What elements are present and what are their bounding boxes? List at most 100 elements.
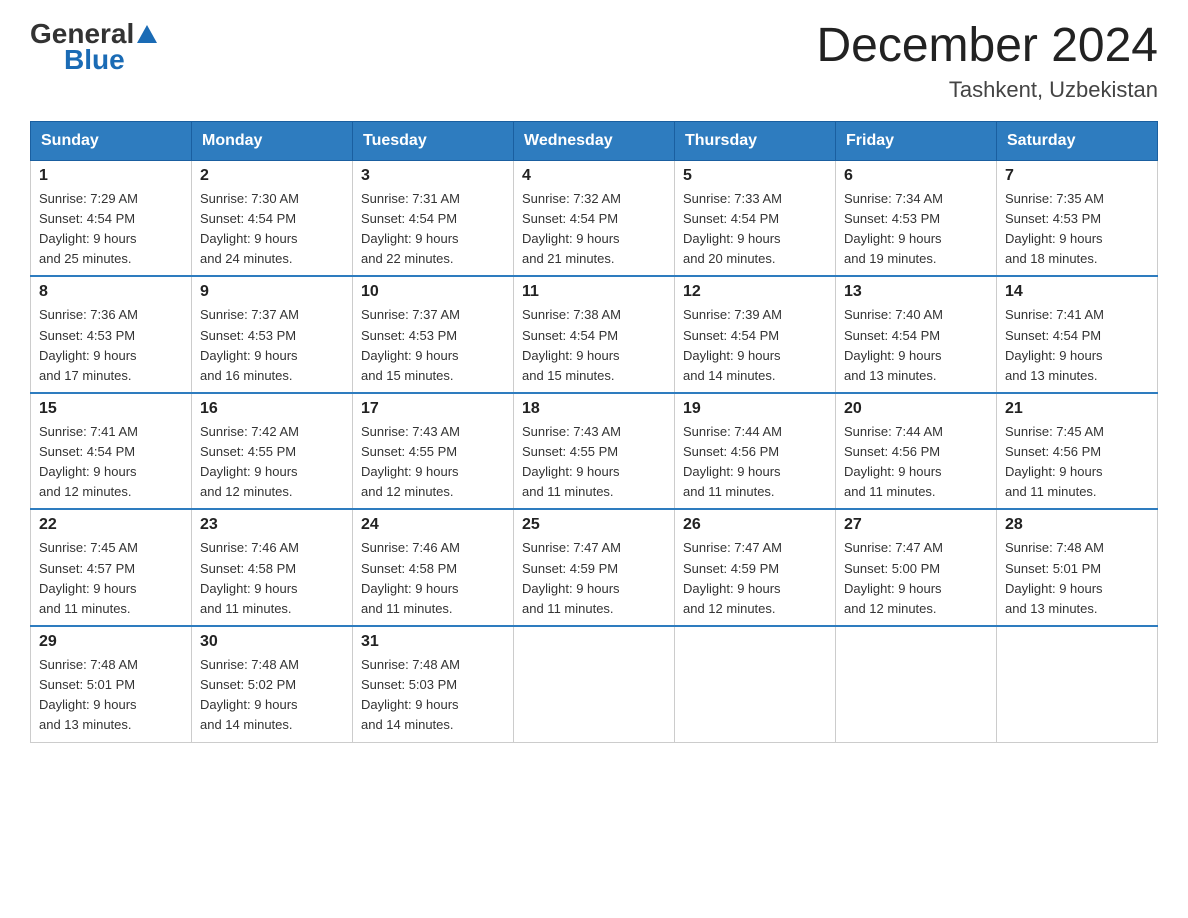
table-row: 26 Sunrise: 7:47 AMSunset: 4:59 PMDaylig… xyxy=(675,509,836,626)
table-row: 8 Sunrise: 7:36 AMSunset: 4:53 PMDayligh… xyxy=(31,276,192,393)
day-info: Sunrise: 7:40 AMSunset: 4:54 PMDaylight:… xyxy=(844,307,943,382)
day-info: Sunrise: 7:45 AMSunset: 4:56 PMDaylight:… xyxy=(1005,424,1104,499)
day-info: Sunrise: 7:33 AMSunset: 4:54 PMDaylight:… xyxy=(683,191,782,266)
col-wednesday: Wednesday xyxy=(514,121,675,160)
day-number: 19 xyxy=(683,400,827,418)
table-row: 23 Sunrise: 7:46 AMSunset: 4:58 PMDaylig… xyxy=(192,509,353,626)
col-friday: Friday xyxy=(836,121,997,160)
day-info: Sunrise: 7:29 AMSunset: 4:54 PMDaylight:… xyxy=(39,191,138,266)
day-info: Sunrise: 7:47 AMSunset: 4:59 PMDaylight:… xyxy=(522,540,621,615)
day-info: Sunrise: 7:32 AMSunset: 4:54 PMDaylight:… xyxy=(522,191,621,266)
day-number: 26 xyxy=(683,516,827,534)
col-thursday: Thursday xyxy=(675,121,836,160)
day-info: Sunrise: 7:46 AMSunset: 4:58 PMDaylight:… xyxy=(361,540,460,615)
calendar-week-row: 29 Sunrise: 7:48 AMSunset: 5:01 PMDaylig… xyxy=(31,626,1158,742)
day-number: 7 xyxy=(1005,167,1149,185)
day-number: 27 xyxy=(844,516,988,534)
day-number: 10 xyxy=(361,283,505,301)
calendar-week-row: 1 Sunrise: 7:29 AMSunset: 4:54 PMDayligh… xyxy=(31,160,1158,276)
day-number: 23 xyxy=(200,516,344,534)
table-row: 22 Sunrise: 7:45 AMSunset: 4:57 PMDaylig… xyxy=(31,509,192,626)
col-tuesday: Tuesday xyxy=(353,121,514,160)
table-row: 1 Sunrise: 7:29 AMSunset: 4:54 PMDayligh… xyxy=(31,160,192,276)
table-row: 13 Sunrise: 7:40 AMSunset: 4:54 PMDaylig… xyxy=(836,276,997,393)
day-info: Sunrise: 7:30 AMSunset: 4:54 PMDaylight:… xyxy=(200,191,299,266)
title-area: December 2024 Tashkent, Uzbekistan xyxy=(816,20,1158,103)
day-number: 31 xyxy=(361,633,505,651)
day-number: 14 xyxy=(1005,283,1149,301)
day-number: 20 xyxy=(844,400,988,418)
day-number: 3 xyxy=(361,167,505,185)
table-row: 2 Sunrise: 7:30 AMSunset: 4:54 PMDayligh… xyxy=(192,160,353,276)
table-row: 4 Sunrise: 7:32 AMSunset: 4:54 PMDayligh… xyxy=(514,160,675,276)
page-header: General Blue December 2024 Tashkent, Uzb… xyxy=(30,20,1158,103)
day-number: 29 xyxy=(39,633,183,651)
table-row: 10 Sunrise: 7:37 AMSunset: 4:53 PMDaylig… xyxy=(353,276,514,393)
day-number: 2 xyxy=(200,167,344,185)
day-number: 16 xyxy=(200,400,344,418)
table-row: 3 Sunrise: 7:31 AMSunset: 4:54 PMDayligh… xyxy=(353,160,514,276)
table-row: 15 Sunrise: 7:41 AMSunset: 4:54 PMDaylig… xyxy=(31,393,192,510)
calendar-week-row: 22 Sunrise: 7:45 AMSunset: 4:57 PMDaylig… xyxy=(31,509,1158,626)
day-info: Sunrise: 7:48 AMSunset: 5:01 PMDaylight:… xyxy=(39,657,138,732)
table-row: 11 Sunrise: 7:38 AMSunset: 4:54 PMDaylig… xyxy=(514,276,675,393)
day-number: 28 xyxy=(1005,516,1149,534)
calendar-week-row: 15 Sunrise: 7:41 AMSunset: 4:54 PMDaylig… xyxy=(31,393,1158,510)
col-sunday: Sunday xyxy=(31,121,192,160)
table-row: 24 Sunrise: 7:46 AMSunset: 4:58 PMDaylig… xyxy=(353,509,514,626)
month-year-title: December 2024 xyxy=(816,20,1158,73)
day-info: Sunrise: 7:41 AMSunset: 4:54 PMDaylight:… xyxy=(39,424,138,499)
logo-triangle-icon xyxy=(136,23,158,45)
table-row xyxy=(675,626,836,742)
day-number: 4 xyxy=(522,167,666,185)
day-info: Sunrise: 7:42 AMSunset: 4:55 PMDaylight:… xyxy=(200,424,299,499)
day-info: Sunrise: 7:47 AMSunset: 4:59 PMDaylight:… xyxy=(683,540,782,615)
logo: General Blue xyxy=(30,20,158,76)
day-info: Sunrise: 7:36 AMSunset: 4:53 PMDaylight:… xyxy=(39,307,138,382)
table-row: 27 Sunrise: 7:47 AMSunset: 5:00 PMDaylig… xyxy=(836,509,997,626)
table-row: 20 Sunrise: 7:44 AMSunset: 4:56 PMDaylig… xyxy=(836,393,997,510)
day-info: Sunrise: 7:38 AMSunset: 4:54 PMDaylight:… xyxy=(522,307,621,382)
day-info: Sunrise: 7:34 AMSunset: 4:53 PMDaylight:… xyxy=(844,191,943,266)
table-row: 28 Sunrise: 7:48 AMSunset: 5:01 PMDaylig… xyxy=(997,509,1158,626)
day-info: Sunrise: 7:45 AMSunset: 4:57 PMDaylight:… xyxy=(39,540,138,615)
col-saturday: Saturday xyxy=(997,121,1158,160)
day-number: 21 xyxy=(1005,400,1149,418)
table-row: 21 Sunrise: 7:45 AMSunset: 4:56 PMDaylig… xyxy=(997,393,1158,510)
day-info: Sunrise: 7:46 AMSunset: 4:58 PMDaylight:… xyxy=(200,540,299,615)
table-row: 12 Sunrise: 7:39 AMSunset: 4:54 PMDaylig… xyxy=(675,276,836,393)
day-info: Sunrise: 7:43 AMSunset: 4:55 PMDaylight:… xyxy=(522,424,621,499)
day-number: 17 xyxy=(361,400,505,418)
table-row: 14 Sunrise: 7:41 AMSunset: 4:54 PMDaylig… xyxy=(997,276,1158,393)
table-row: 9 Sunrise: 7:37 AMSunset: 4:53 PMDayligh… xyxy=(192,276,353,393)
day-info: Sunrise: 7:48 AMSunset: 5:02 PMDaylight:… xyxy=(200,657,299,732)
day-info: Sunrise: 7:35 AMSunset: 4:53 PMDaylight:… xyxy=(1005,191,1104,266)
table-row: 31 Sunrise: 7:48 AMSunset: 5:03 PMDaylig… xyxy=(353,626,514,742)
logo-blue: Blue xyxy=(64,44,125,76)
day-info: Sunrise: 7:37 AMSunset: 4:53 PMDaylight:… xyxy=(200,307,299,382)
table-row: 6 Sunrise: 7:34 AMSunset: 4:53 PMDayligh… xyxy=(836,160,997,276)
day-info: Sunrise: 7:39 AMSunset: 4:54 PMDaylight:… xyxy=(683,307,782,382)
table-row xyxy=(836,626,997,742)
location-subtitle: Tashkent, Uzbekistan xyxy=(816,77,1158,103)
table-row: 29 Sunrise: 7:48 AMSunset: 5:01 PMDaylig… xyxy=(31,626,192,742)
table-row: 16 Sunrise: 7:42 AMSunset: 4:55 PMDaylig… xyxy=(192,393,353,510)
table-row: 17 Sunrise: 7:43 AMSunset: 4:55 PMDaylig… xyxy=(353,393,514,510)
day-number: 25 xyxy=(522,516,666,534)
day-info: Sunrise: 7:41 AMSunset: 4:54 PMDaylight:… xyxy=(1005,307,1104,382)
day-info: Sunrise: 7:44 AMSunset: 4:56 PMDaylight:… xyxy=(844,424,943,499)
table-row: 30 Sunrise: 7:48 AMSunset: 5:02 PMDaylig… xyxy=(192,626,353,742)
day-number: 12 xyxy=(683,283,827,301)
day-number: 9 xyxy=(200,283,344,301)
day-number: 1 xyxy=(39,167,183,185)
table-row xyxy=(997,626,1158,742)
day-info: Sunrise: 7:48 AMSunset: 5:01 PMDaylight:… xyxy=(1005,540,1104,615)
table-row: 25 Sunrise: 7:47 AMSunset: 4:59 PMDaylig… xyxy=(514,509,675,626)
day-number: 22 xyxy=(39,516,183,534)
calendar-table: Sunday Monday Tuesday Wednesday Thursday… xyxy=(30,121,1158,743)
day-number: 13 xyxy=(844,283,988,301)
day-info: Sunrise: 7:47 AMSunset: 5:00 PMDaylight:… xyxy=(844,540,943,615)
col-monday: Monday xyxy=(192,121,353,160)
table-row: 5 Sunrise: 7:33 AMSunset: 4:54 PMDayligh… xyxy=(675,160,836,276)
day-info: Sunrise: 7:31 AMSunset: 4:54 PMDaylight:… xyxy=(361,191,460,266)
